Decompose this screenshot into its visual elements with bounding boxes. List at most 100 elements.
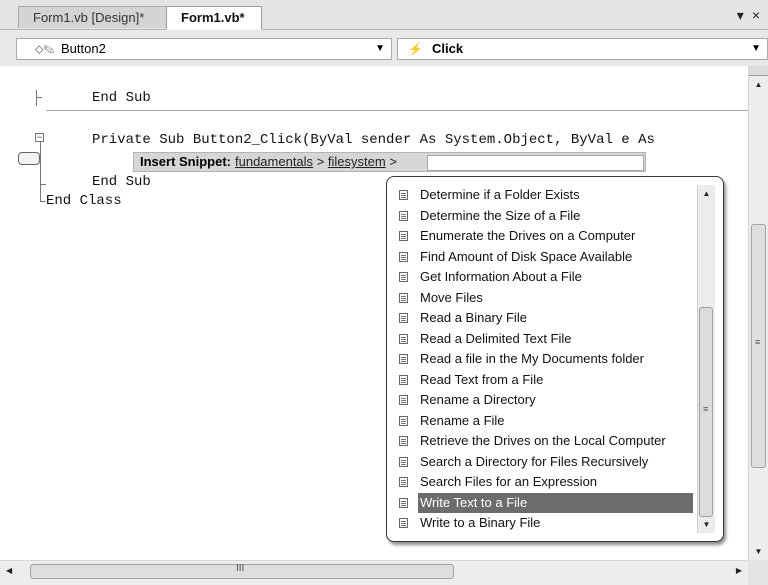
snippet-document-icon	[399, 231, 408, 241]
tab-label: Form1.vb*	[181, 10, 245, 25]
horizontal-scrollbar-thumb[interactable]: III	[30, 563, 454, 579]
tab-label: Form1.vb [Design]*	[33, 10, 145, 25]
code-line-method-signature[interactable]: Private Sub Button2_Click(ByVal sender A…	[92, 132, 655, 148]
snippet-document-icon	[399, 497, 408, 508]
snippet-item-label: Get Information About a File	[420, 269, 582, 284]
snippet-item-label: Find Amount of Disk Space Available	[420, 248, 633, 264]
snippet-list-item[interactable]: Read a Delimited Text File	[396, 329, 694, 349]
chevron-down-icon[interactable]: ▼	[751, 39, 761, 59]
snippet-item-label: Determine if a Folder Exists	[420, 187, 580, 202]
outline-tick	[40, 184, 46, 185]
procedure-separator	[46, 110, 748, 111]
snippet-document-icon	[399, 190, 408, 200]
scroll-up-arrow-icon[interactable]: ▲	[698, 185, 715, 202]
snippet-document-icon	[399, 333, 408, 344]
insert-snippet-bar: Insert Snippet: fundamentals > filesyste…	[133, 152, 646, 172]
snippet-list-popup: Determine if a Folder Exists Determine th…	[386, 176, 724, 542]
scrollbar-corner	[748, 560, 768, 585]
scroll-left-arrow-icon[interactable]: ◀	[6, 566, 12, 575]
snippet-document-icon	[399, 518, 408, 528]
snippet-list-item[interactable]: Rename a Directory	[396, 390, 694, 410]
breadcrumb-separator: >	[316, 154, 325, 169]
scroll-right-arrow-icon[interactable]: ▶	[736, 566, 742, 575]
snippet-item-label: Search a Directory for Files Recursively	[420, 453, 649, 469]
snippet-document-icon	[399, 210, 408, 221]
snippet-document-icon	[399, 272, 408, 282]
vertical-scrollbar-thumb[interactable]: ≡	[751, 224, 766, 468]
tab-form1-code[interactable]: Form1.vb*	[166, 6, 262, 30]
snippet-item-label: Read Text from a File	[420, 371, 544, 387]
snippet-list-scrollbar[interactable]: ▲ ≡ ▼	[697, 185, 715, 533]
snippet-document-icon	[399, 354, 408, 364]
snippet-item-label: Write to a Binary File	[420, 515, 541, 530]
scroll-down-arrow-icon[interactable]: ▼	[698, 516, 715, 533]
control-icon: ⬦✎	[35, 42, 55, 56]
snippet-list-item[interactable]: Determine the Size of a File	[396, 206, 694, 226]
snippet-item-label: Write Text to a File	[418, 492, 693, 513]
tab-strip-tools: ▾ ×	[729, 7, 760, 24]
snippet-list-item[interactable]: Search a Directory for Files Recursively	[396, 452, 694, 472]
snippet-item-label: Rename a Directory	[420, 392, 536, 407]
scrollbar-thumb[interactable]: ≡	[699, 307, 713, 517]
snippet-list-item[interactable]: Get Information About a File	[396, 267, 694, 287]
snippet-list-item[interactable]: Determine if a Folder Exists	[396, 185, 694, 205]
snippet-breadcrumb: fundamentals > filesystem >	[235, 153, 397, 171]
grip-icon: ≡	[703, 404, 709, 414]
snippet-item-label: Rename a File	[420, 412, 505, 428]
class-name-value: Button2	[61, 41, 106, 56]
snippet-item-label: Move Files	[420, 289, 483, 305]
code-line-end-sub[interactable]: End Sub	[92, 90, 151, 106]
scroll-down-arrow-icon[interactable]: ▼	[749, 547, 768, 556]
snippet-item-label: Read a Binary File	[420, 310, 527, 325]
window-list-dropdown-icon[interactable]: ▾	[737, 7, 744, 23]
snippet-list-item[interactable]: Rename a File	[396, 411, 694, 431]
snippet-document-icon	[399, 395, 408, 405]
snippet-list-item[interactable]: Enumerate the Drives on a Computer	[396, 226, 694, 246]
insert-snippet-label: Insert Snippet:	[140, 154, 232, 169]
close-icon[interactable]: ×	[752, 7, 760, 23]
breadcrumb-filesystem-link[interactable]: filesystem	[328, 154, 386, 169]
snippet-document-icon	[399, 292, 408, 303]
breadcrumb-fundamentals-link[interactable]: fundamentals	[235, 154, 313, 169]
grip-icon: ≡	[755, 337, 761, 347]
tab-form1-design[interactable]: Form1.vb [Design]*	[18, 6, 176, 28]
breadcrumb-separator: >	[389, 154, 397, 169]
snippet-list-item[interactable]: Write to a Binary File	[396, 513, 694, 533]
snippet-list-item[interactable]: Write Text to a File	[396, 492, 694, 513]
snippet-list-item[interactable]: Search Files for an Expression	[396, 472, 694, 492]
snippet-marker-icon	[18, 152, 40, 165]
snippet-list-item[interactable]: Find Amount of Disk Space Available	[396, 247, 694, 267]
snippet-list-item[interactable]: Read Text from a File	[396, 370, 694, 390]
snippet-list-item[interactable]: Read a Binary File	[396, 308, 694, 328]
snippet-list-item[interactable]: Read a file in the My Documents folder	[396, 349, 694, 369]
snippet-document-icon	[399, 415, 408, 426]
snippet-list-item[interactable]: Retrieve the Drives on the Local Compute…	[396, 431, 694, 451]
snippet-filter-input[interactable]	[427, 155, 644, 171]
method-name-combo[interactable]: ⚡ Click ▼	[397, 38, 768, 60]
code-line-end-class[interactable]: End Class	[46, 193, 122, 209]
snippet-item-label: Read a file in the My Documents folder	[420, 351, 644, 366]
chevron-down-icon[interactable]: ▼	[375, 39, 385, 59]
class-name-combo[interactable]: ⬦✎ Button2 ▼	[16, 38, 392, 60]
snippet-document-icon	[399, 251, 408, 262]
snippet-document-icon	[399, 374, 408, 385]
snippet-document-icon	[399, 477, 408, 487]
snippet-item-label: Read a Delimited Text File	[420, 330, 572, 346]
snippet-document-icon	[399, 436, 408, 446]
collapse-icon[interactable]: −	[35, 133, 44, 142]
snippet-document-icon	[399, 313, 408, 323]
grip-icon: III	[236, 563, 245, 574]
indicator-margin	[0, 66, 36, 560]
event-lightning-icon: ⚡	[408, 42, 423, 56]
outline-tick	[36, 97, 42, 98]
outline-line	[36, 90, 37, 106]
method-name-value: Click	[432, 41, 464, 56]
snippet-list-item[interactable]: Move Files	[396, 288, 694, 308]
scroll-up-arrow-icon[interactable]: ▲	[749, 80, 768, 89]
split-window-handle[interactable]	[749, 66, 768, 76]
snippet-item-label: Retrieve the Drives on the Local Compute…	[420, 433, 666, 448]
snippet-item-label: Determine the Size of a File	[420, 207, 581, 223]
code-line-end-sub[interactable]: End Sub	[92, 174, 151, 190]
snippet-item-label: Search Files for an Expression	[420, 474, 598, 489]
snippet-item-label: Enumerate the Drives on a Computer	[420, 228, 636, 243]
